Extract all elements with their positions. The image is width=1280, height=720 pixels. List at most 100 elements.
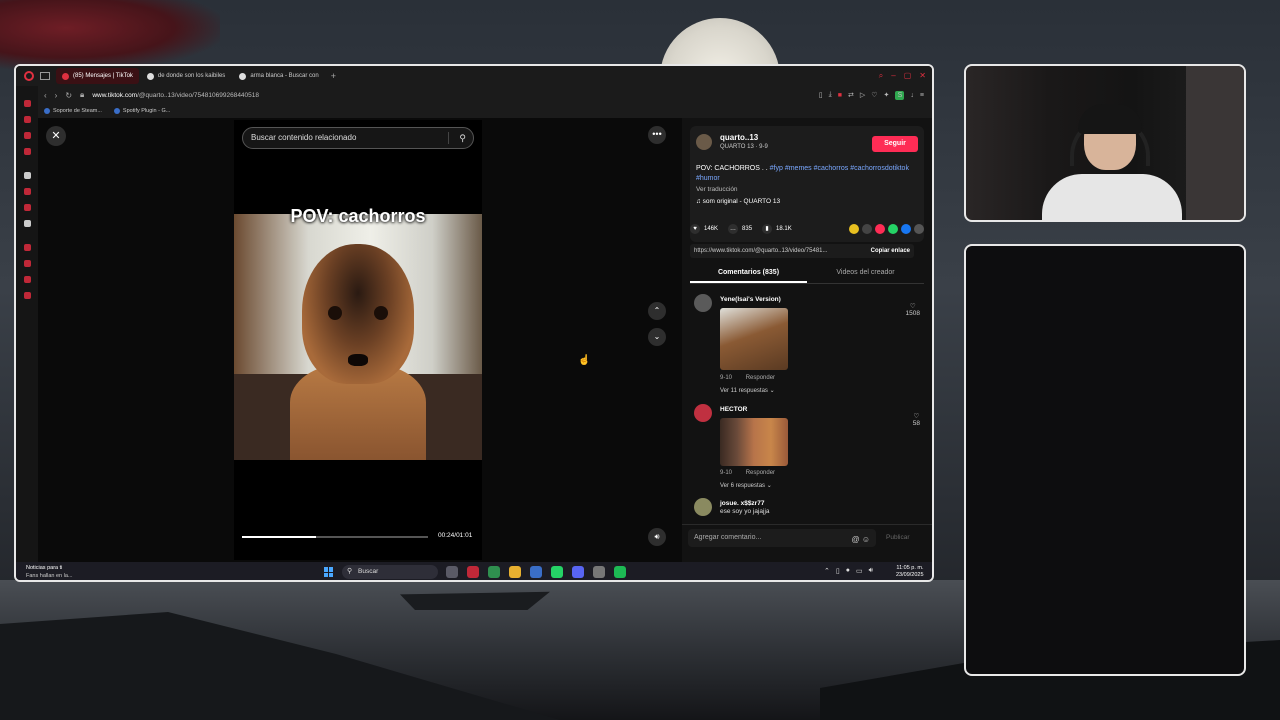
comment-like[interactable]: ♡ 58: [913, 412, 920, 427]
related-search-input[interactable]: Buscar contenido relacionado ⚲: [242, 127, 474, 149]
network-icon[interactable]: ▭: [856, 567, 863, 575]
video-frame[interactable]: [234, 214, 482, 460]
back-icon[interactable]: ‹: [44, 91, 47, 100]
profile-icon[interactable]: S: [895, 90, 905, 100]
play-icon[interactable]: ▷: [860, 91, 865, 99]
volume-icon[interactable]: 🔊︎: [869, 567, 873, 575]
copy-link-button[interactable]: Copiar enlace: [871, 244, 910, 258]
file-explorer-icon[interactable]: [509, 566, 521, 578]
comment-input[interactable]: Agregar comentario... @ ☺: [688, 529, 876, 547]
windows-start-icon[interactable]: [324, 567, 334, 577]
tab-tiktok[interactable]: (85) Mensajes | TikTok: [56, 68, 139, 84]
sidebar-bookmark-icon[interactable]: [23, 276, 31, 283]
search-icon[interactable]: ⚲: [459, 128, 466, 148]
heart-icon[interactable]: ♡: [871, 91, 877, 99]
tab-list-icon[interactable]: [40, 72, 50, 80]
comment-like[interactable]: ♡ 1508: [906, 302, 920, 317]
tab-arma-blanca[interactable]: arma blanca - Buscar con: [233, 68, 324, 84]
facebook-icon[interactable]: [901, 224, 911, 234]
search-tabs-icon[interactable]: ⌕: [879, 71, 883, 81]
reply-button[interactable]: Responder: [746, 375, 775, 381]
url-field[interactable]: www.tiktok.com/@quarto..13/video/7548106…: [92, 92, 259, 99]
battery-icon[interactable]: ▯: [836, 567, 840, 575]
chevron-up-icon[interactable]: ⌃: [824, 567, 830, 575]
new-tab-button[interactable]: +: [331, 71, 336, 81]
comment-image[interactable]: [720, 418, 788, 466]
comment-image[interactable]: [720, 308, 788, 370]
share-arrow-icon[interactable]: [914, 224, 924, 234]
avatar[interactable]: [694, 498, 712, 516]
sidebar-player-icon[interactable]: [23, 244, 31, 251]
translate-link[interactable]: Ver traducción: [696, 186, 738, 193]
opera-logo-icon[interactable]: [24, 71, 34, 81]
snapshot-icon[interactable]: ▯: [819, 91, 823, 99]
heart-icon[interactable]: ♡: [913, 412, 920, 420]
tab-kaibiles[interactable]: de donde son los kaibiles: [141, 68, 231, 84]
author-name[interactable]: quarto..13: [720, 133, 758, 142]
follow-button[interactable]: Seguir: [872, 136, 918, 152]
sidebar-aria-icon[interactable]: [23, 100, 31, 107]
send-icon[interactable]: [875, 224, 885, 234]
video-player[interactable]: POV: cachorros 00:24/01:01: [234, 120, 482, 560]
chevron-down-icon[interactable]: ⌄: [648, 328, 666, 346]
extension-icon[interactable]: ■: [838, 92, 842, 99]
heart-icon[interactable]: ♡: [906, 302, 920, 310]
volume-icon[interactable]: 🔊︎: [648, 528, 666, 546]
emoji-icon[interactable]: ☺: [862, 535, 870, 544]
discord-icon[interactable]: [572, 566, 584, 578]
sidebar-settings-icon[interactable]: [23, 292, 31, 299]
sidebar-chat-icon[interactable]: [23, 188, 31, 195]
avatar[interactable]: [696, 134, 712, 150]
view-replies-button[interactable]: Ver 11 respuestas ⌄: [720, 387, 775, 394]
download-icon[interactable]: ⤓: [829, 91, 832, 99]
comment-author[interactable]: josue. x$$zr77: [720, 500, 764, 507]
comment-icon[interactable]: …: [728, 224, 739, 234]
tab-creator-videos[interactable]: Videos del creador: [807, 264, 924, 283]
sidebar-aria-ai-icon[interactable]: [23, 172, 31, 179]
share-icon[interactable]: ⇄: [848, 91, 854, 99]
comment-author[interactable]: HECTOR: [720, 406, 747, 413]
embed-icon[interactable]: [862, 224, 872, 234]
xbox-icon[interactable]: [488, 566, 500, 578]
more-icon[interactable]: •••: [648, 126, 666, 144]
sound-link[interactable]: ♫ som original - QUARTO 13: [696, 198, 780, 205]
tab-comments[interactable]: Comentarios (835): [690, 264, 807, 283]
sidebar-history-icon[interactable]: [23, 260, 31, 267]
close-icon[interactable]: ✕: [46, 126, 66, 146]
whatsapp-icon[interactable]: [551, 566, 563, 578]
mic-icon[interactable]: ●: [846, 567, 850, 575]
mention-icon[interactable]: @: [851, 535, 859, 544]
reply-button[interactable]: Responder: [746, 470, 775, 476]
bookmark-spotify[interactable]: Spotify Plugin - G...: [113, 108, 170, 114]
sidebar-bag-icon[interactable]: [23, 116, 31, 123]
downloads-icon[interactable]: ↓: [910, 92, 914, 99]
avatar[interactable]: [694, 404, 712, 422]
coin-icon[interactable]: [849, 224, 859, 234]
sidebar-x-icon[interactable]: [23, 220, 31, 227]
puzzle-icon[interactable]: ✦: [884, 91, 890, 99]
post-comment-button[interactable]: Publicar: [886, 534, 909, 541]
bookmark-steam[interactable]: Soporte de Steam...: [44, 108, 102, 114]
news-widget[interactable]: Noticias para ti Fans hallan en la...: [26, 564, 72, 580]
video-progress-bar[interactable]: [242, 536, 428, 538]
close-window-icon[interactable]: ✕: [919, 71, 926, 81]
sidebar-media-icon[interactable]: [23, 148, 31, 155]
taskbar-clock[interactable]: 11:05 p. m. 23/09/2025: [896, 565, 924, 579]
store-icon[interactable]: [530, 566, 542, 578]
avatar[interactable]: [694, 294, 712, 312]
sidebar-instagram-icon[interactable]: [23, 204, 31, 211]
chevron-up-icon[interactable]: ⌃: [648, 302, 666, 320]
taskbar-search[interactable]: ⚲ Buscar: [342, 565, 438, 579]
minimize-icon[interactable]: –: [891, 71, 895, 81]
maximize-icon[interactable]: ▢: [904, 71, 912, 81]
task-view-icon[interactable]: [446, 566, 458, 578]
comment-author[interactable]: Yene(Isai's Version): [720, 296, 781, 303]
heart-icon[interactable]: ♥: [690, 224, 700, 234]
whatsapp-icon[interactable]: [888, 224, 898, 234]
forward-icon[interactable]: ›: [55, 91, 58, 100]
sidebar-twitch-icon[interactable]: [23, 132, 31, 139]
menu-icon[interactable]: ≡: [920, 92, 924, 99]
bookmark-icon[interactable]: ▮: [762, 224, 773, 234]
view-replies-button[interactable]: Ver 6 respuestas ⌄: [720, 482, 772, 489]
reload-icon[interactable]: ↻: [65, 91, 72, 100]
